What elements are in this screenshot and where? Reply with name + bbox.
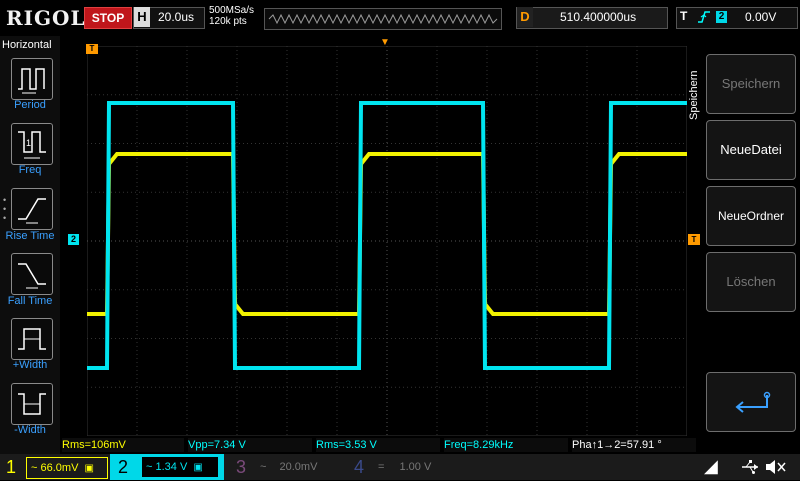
- period-icon: [18, 68, 45, 94]
- save-button[interactable]: Speichern: [706, 54, 796, 114]
- ch4-scale: 1.00 V: [399, 461, 432, 473]
- waveform-overview-icon: [268, 13, 498, 25]
- acquisition-info: 500MSa/s 120k pts: [209, 5, 254, 27]
- freq-label: Freq: [18, 164, 42, 176]
- bandwidth-limit-icon: ▣: [193, 462, 203, 473]
- timebase-value: 20.0us: [158, 10, 195, 24]
- frequency-icon: 1: [18, 131, 46, 159]
- rise-time-icon: [18, 198, 46, 224]
- freq-button[interactable]: 1: [11, 123, 53, 165]
- enter-button[interactable]: [706, 372, 796, 432]
- ch3-number[interactable]: 3: [236, 455, 246, 479]
- ch2-offset-marker[interactable]: 2: [68, 234, 79, 245]
- ch4-scale-box[interactable]: = 1.00 V: [374, 457, 454, 477]
- negative-width-icon: [18, 393, 46, 415]
- usb-icon: [740, 459, 760, 480]
- positive-width-icon: [18, 328, 46, 350]
- ch2-scale-box[interactable]: ~ 1.34 V ▣: [142, 457, 218, 477]
- return-arrow-icon: [735, 391, 771, 413]
- scroll-dots-icon: • • •: [3, 195, 7, 223]
- measurement-ch2-rms[interactable]: Rms=3.53 V: [316, 438, 440, 452]
- pos-width-button[interactable]: [11, 318, 53, 360]
- bandwidth-limit-icon: ▣: [84, 463, 94, 474]
- trigger-position-marker[interactable]: T: [86, 44, 98, 54]
- horizontal-key: H: [134, 7, 150, 27]
- rise-time-label: Rise Time: [5, 230, 55, 242]
- dropdown-arrow-icon[interactable]: ◢: [704, 456, 718, 477]
- measurement-text: Rms=3.53 V: [316, 439, 377, 451]
- delay-key: D: [517, 7, 533, 27]
- horizontal-position-arrow-icon[interactable]: ▼: [380, 37, 390, 48]
- neg-width-label: -Width: [14, 424, 46, 436]
- sidebar-title: Horizontal: [2, 39, 52, 51]
- brand-logo: RIGOL: [6, 6, 86, 30]
- menu-title: Speichern: [688, 70, 700, 120]
- measurement-ch1-rms[interactable]: Rms=106mV: [62, 438, 184, 452]
- trigger-level-value: 0.00V: [745, 10, 777, 24]
- sample-rate: 500MSa/s: [209, 5, 255, 16]
- trigger-source-badge: 2: [716, 11, 727, 23]
- fall-time-icon: [18, 263, 46, 289]
- ch3-scale: 20.0mV: [279, 461, 318, 473]
- ch2-number[interactable]: 2: [118, 455, 128, 479]
- fall-time-button[interactable]: [11, 253, 53, 295]
- new-folder-button[interactable]: NeueOrdner: [706, 186, 796, 246]
- rise-time-button[interactable]: [11, 188, 53, 230]
- period-label: Period: [14, 99, 46, 111]
- ch2-scale: 1.34 V: [155, 461, 188, 473]
- measurement-ch2-vpp[interactable]: Vpp=7.34 V: [188, 438, 312, 452]
- measurement-text: Pha↑1→2=57.91 °: [572, 439, 662, 451]
- period-button[interactable]: [11, 58, 53, 100]
- measurement-text: Vpp=7.34 V: [188, 439, 246, 451]
- ch1-scale-box[interactable]: ~ 66.0mV ▣: [26, 457, 108, 479]
- ch4-coupling: =: [378, 461, 385, 473]
- new-file-button[interactable]: NeueDatei: [706, 120, 796, 180]
- measurement-text: Rms=106mV: [62, 439, 126, 451]
- ch3-coupling: ~: [260, 461, 267, 473]
- measurement-phase[interactable]: Pha↑1→2=57.91 °: [572, 438, 696, 452]
- ch1-scale: 66.0mV: [40, 462, 79, 474]
- delay-value: 510.400000us: [560, 10, 637, 24]
- pos-width-label: +Width: [12, 359, 48, 371]
- ch1-coupling: ~: [31, 462, 38, 474]
- memory-depth: 120k pts: [209, 16, 247, 27]
- run-stop-button[interactable]: STOP: [84, 7, 132, 29]
- svg-text:1: 1: [26, 138, 31, 148]
- waveform-display[interactable]: [87, 46, 687, 436]
- fall-time-label: Fall Time: [7, 295, 53, 307]
- speaker-muted-icon[interactable]: [764, 458, 786, 481]
- trigger-box[interactable]: [676, 7, 798, 29]
- trigger-level-marker[interactable]: T: [688, 234, 700, 245]
- measurement-text: Freq=8.29kHz: [444, 439, 514, 451]
- measurement-ch2-freq[interactable]: Freq=8.29kHz: [444, 438, 568, 452]
- ch3-scale-box[interactable]: ~ 20.0mV: [256, 457, 336, 477]
- memory-overview-bar[interactable]: [264, 8, 502, 30]
- neg-width-button[interactable]: [11, 383, 53, 425]
- ch1-number[interactable]: 1: [6, 455, 16, 479]
- delete-button[interactable]: Löschen: [706, 252, 796, 312]
- ch2-coupling: ~: [146, 461, 153, 473]
- rising-edge-icon: [697, 7, 711, 30]
- trigger-key: T: [680, 9, 688, 23]
- ch4-number[interactable]: 4: [354, 455, 364, 479]
